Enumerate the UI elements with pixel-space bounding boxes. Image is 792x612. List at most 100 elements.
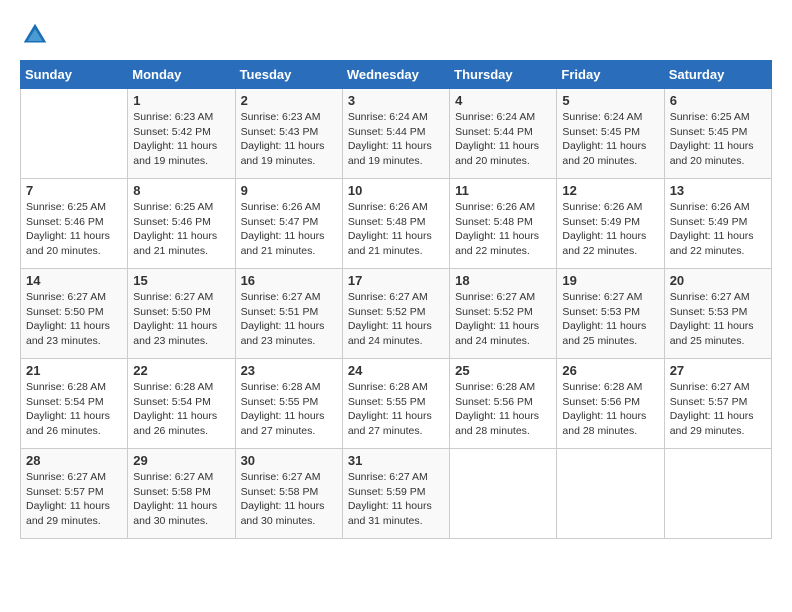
calendar-cell: 20 Sunrise: 6:27 AM Sunset: 5:53 PM Dayli… [664, 269, 771, 359]
day-info: Sunrise: 6:27 AM Sunset: 5:57 PM Dayligh… [670, 380, 766, 439]
calendar-cell: 18 Sunrise: 6:27 AM Sunset: 5:52 PM Dayli… [450, 269, 557, 359]
calendar-cell: 1 Sunrise: 6:23 AM Sunset: 5:42 PM Daylig… [128, 89, 235, 179]
calendar-cell: 31 Sunrise: 6:27 AM Sunset: 5:59 PM Dayli… [342, 449, 449, 539]
calendar-week-1: 1 Sunrise: 6:23 AM Sunset: 5:42 PM Daylig… [21, 89, 772, 179]
day-info: Sunrise: 6:27 AM Sunset: 5:53 PM Dayligh… [562, 290, 658, 349]
day-info: Sunrise: 6:28 AM Sunset: 5:54 PM Dayligh… [133, 380, 229, 439]
calendar-cell: 24 Sunrise: 6:28 AM Sunset: 5:55 PM Dayli… [342, 359, 449, 449]
day-number: 6 [670, 93, 766, 108]
day-number: 9 [241, 183, 337, 198]
day-number: 15 [133, 273, 229, 288]
day-info: Sunrise: 6:27 AM Sunset: 5:59 PM Dayligh… [348, 470, 444, 529]
weekday-header-row: SundayMondayTuesdayWednesdayThursdayFrid… [21, 61, 772, 89]
page-header [20, 20, 772, 50]
day-info: Sunrise: 6:27 AM Sunset: 5:53 PM Dayligh… [670, 290, 766, 349]
day-number: 1 [133, 93, 229, 108]
day-info: Sunrise: 6:26 AM Sunset: 5:49 PM Dayligh… [562, 200, 658, 259]
day-number: 30 [241, 453, 337, 468]
day-info: Sunrise: 6:28 AM Sunset: 5:56 PM Dayligh… [455, 380, 551, 439]
day-number: 14 [26, 273, 122, 288]
calendar-cell: 4 Sunrise: 6:24 AM Sunset: 5:44 PM Daylig… [450, 89, 557, 179]
day-number: 11 [455, 183, 551, 198]
calendar-cell [450, 449, 557, 539]
day-info: Sunrise: 6:24 AM Sunset: 5:44 PM Dayligh… [348, 110, 444, 169]
day-number: 20 [670, 273, 766, 288]
logo [20, 20, 54, 50]
day-number: 18 [455, 273, 551, 288]
calendar-cell: 8 Sunrise: 6:25 AM Sunset: 5:46 PM Daylig… [128, 179, 235, 269]
weekday-header-thursday: Thursday [450, 61, 557, 89]
weekday-header-friday: Friday [557, 61, 664, 89]
calendar-week-4: 21 Sunrise: 6:28 AM Sunset: 5:54 PM Dayli… [21, 359, 772, 449]
calendar-cell: 23 Sunrise: 6:28 AM Sunset: 5:55 PM Dayli… [235, 359, 342, 449]
day-number: 10 [348, 183, 444, 198]
calendar-cell: 3 Sunrise: 6:24 AM Sunset: 5:44 PM Daylig… [342, 89, 449, 179]
calendar-cell: 27 Sunrise: 6:27 AM Sunset: 5:57 PM Dayli… [664, 359, 771, 449]
day-number: 8 [133, 183, 229, 198]
day-info: Sunrise: 6:25 AM Sunset: 5:46 PM Dayligh… [26, 200, 122, 259]
day-info: Sunrise: 6:26 AM Sunset: 5:48 PM Dayligh… [348, 200, 444, 259]
calendar-cell: 12 Sunrise: 6:26 AM Sunset: 5:49 PM Dayli… [557, 179, 664, 269]
day-info: Sunrise: 6:23 AM Sunset: 5:43 PM Dayligh… [241, 110, 337, 169]
day-number: 29 [133, 453, 229, 468]
day-info: Sunrise: 6:24 AM Sunset: 5:45 PM Dayligh… [562, 110, 658, 169]
calendar-cell: 30Sunrise: 6:27 AM Sunset: 5:58 PM Dayli… [235, 449, 342, 539]
day-info: Sunrise: 6:25 AM Sunset: 5:46 PM Dayligh… [133, 200, 229, 259]
day-info: Sunrise: 6:27 AM Sunset: 5:58 PM Dayligh… [133, 470, 229, 529]
day-number: 16 [241, 273, 337, 288]
calendar-cell: 14 Sunrise: 6:27 AM Sunset: 5:50 PM Dayli… [21, 269, 128, 359]
day-info: Sunrise: 6:28 AM Sunset: 5:56 PM Dayligh… [562, 380, 658, 439]
weekday-header-wednesday: Wednesday [342, 61, 449, 89]
weekday-header-saturday: Saturday [664, 61, 771, 89]
day-number: 27 [670, 363, 766, 378]
day-number: 21 [26, 363, 122, 378]
day-info: Sunrise: 6:27 AM Sunset: 5:57 PM Dayligh… [26, 470, 122, 529]
calendar-cell: 5Sunrise: 6:24 AM Sunset: 5:45 PM Daylig… [557, 89, 664, 179]
calendar-cell: 26 Sunrise: 6:28 AM Sunset: 5:56 PM Dayli… [557, 359, 664, 449]
day-info: Sunrise: 6:28 AM Sunset: 5:55 PM Dayligh… [348, 380, 444, 439]
calendar-cell [664, 449, 771, 539]
day-info: Sunrise: 6:27 AM Sunset: 5:50 PM Dayligh… [133, 290, 229, 349]
calendar-cell: 16 Sunrise: 6:27 AM Sunset: 5:51 PM Dayli… [235, 269, 342, 359]
calendar-cell: 13Sunrise: 6:26 AM Sunset: 5:49 PM Dayli… [664, 179, 771, 269]
day-info: Sunrise: 6:25 AM Sunset: 5:45 PM Dayligh… [670, 110, 766, 169]
day-info: Sunrise: 6:28 AM Sunset: 5:54 PM Dayligh… [26, 380, 122, 439]
calendar-cell: 29 Sunrise: 6:27 AM Sunset: 5:58 PM Dayli… [128, 449, 235, 539]
day-number: 4 [455, 93, 551, 108]
day-number: 12 [562, 183, 658, 198]
calendar-cell: 6 Sunrise: 6:25 AM Sunset: 5:45 PM Daylig… [664, 89, 771, 179]
calendar-cell: 2Sunrise: 6:23 AM Sunset: 5:43 PM Daylig… [235, 89, 342, 179]
calendar-cell: 21 Sunrise: 6:28 AM Sunset: 5:54 PM Dayli… [21, 359, 128, 449]
day-number: 3 [348, 93, 444, 108]
day-info: Sunrise: 6:27 AM Sunset: 5:52 PM Dayligh… [455, 290, 551, 349]
day-info: Sunrise: 6:27 AM Sunset: 5:52 PM Dayligh… [348, 290, 444, 349]
calendar-week-3: 14 Sunrise: 6:27 AM Sunset: 5:50 PM Dayli… [21, 269, 772, 359]
day-number: 13 [670, 183, 766, 198]
calendar-cell: 10 Sunrise: 6:26 AM Sunset: 5:48 PM Dayli… [342, 179, 449, 269]
day-number: 7 [26, 183, 122, 198]
logo-icon [20, 20, 50, 50]
day-info: Sunrise: 6:27 AM Sunset: 5:51 PM Dayligh… [241, 290, 337, 349]
day-number: 26 [562, 363, 658, 378]
calendar-cell [557, 449, 664, 539]
day-number: 19 [562, 273, 658, 288]
calendar-header: SundayMondayTuesdayWednesdayThursdayFrid… [21, 61, 772, 89]
calendar-table: SundayMondayTuesdayWednesdayThursdayFrid… [20, 60, 772, 539]
calendar-cell: 25 Sunrise: 6:28 AM Sunset: 5:56 PM Dayli… [450, 359, 557, 449]
calendar-cell: 19 Sunrise: 6:27 AM Sunset: 5:53 PM Dayli… [557, 269, 664, 359]
day-info: Sunrise: 6:26 AM Sunset: 5:48 PM Dayligh… [455, 200, 551, 259]
weekday-header-monday: Monday [128, 61, 235, 89]
day-number: 28 [26, 453, 122, 468]
day-info: Sunrise: 6:28 AM Sunset: 5:55 PM Dayligh… [241, 380, 337, 439]
day-number: 24 [348, 363, 444, 378]
day-number: 23 [241, 363, 337, 378]
day-info: Sunrise: 6:23 AM Sunset: 5:42 PM Dayligh… [133, 110, 229, 169]
day-info: Sunrise: 6:27 AM Sunset: 5:50 PM Dayligh… [26, 290, 122, 349]
day-number: 17 [348, 273, 444, 288]
calendar-cell: 9Sunrise: 6:26 AM Sunset: 5:47 PM Daylig… [235, 179, 342, 269]
calendar-cell [21, 89, 128, 179]
day-number: 31 [348, 453, 444, 468]
day-info: Sunrise: 6:24 AM Sunset: 5:44 PM Dayligh… [455, 110, 551, 169]
day-number: 25 [455, 363, 551, 378]
calendar-cell: 7 Sunrise: 6:25 AM Sunset: 5:46 PM Daylig… [21, 179, 128, 269]
